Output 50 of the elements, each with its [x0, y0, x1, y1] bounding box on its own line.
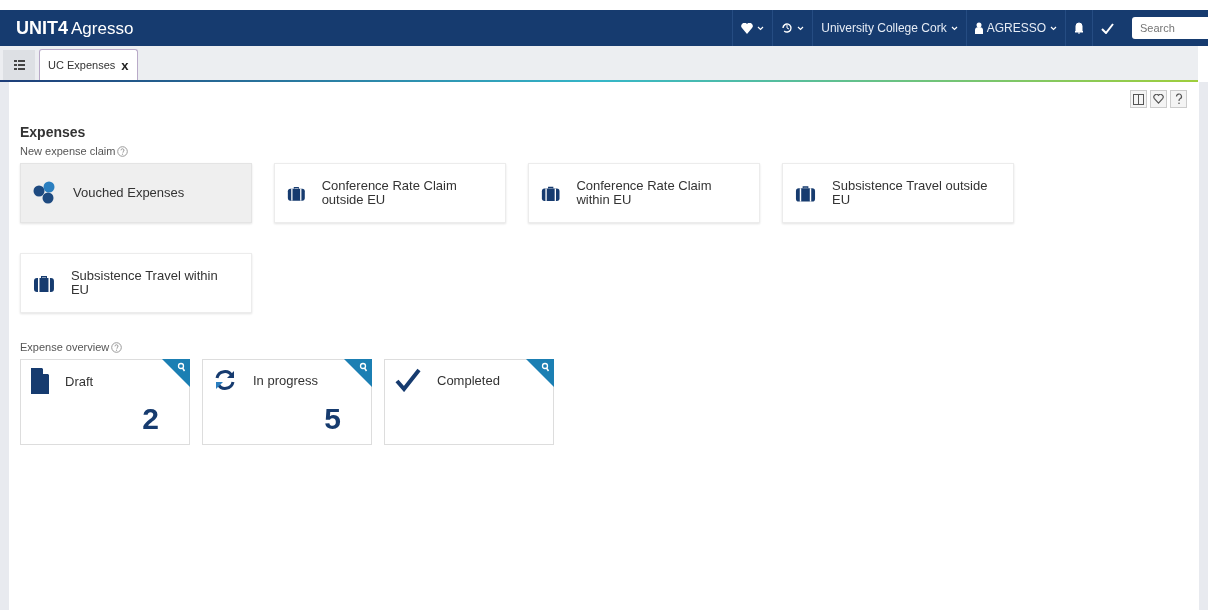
claim-tile[interactable]: Conference Rate Claim outside EU	[274, 163, 506, 223]
columns-icon	[1133, 93, 1144, 105]
search-corner-icon[interactable]	[162, 359, 190, 387]
close-button[interactable]: x	[121, 57, 129, 73]
tile-label: Draft	[65, 373, 94, 389]
check-icon	[1101, 22, 1114, 34]
menu-button[interactable]	[3, 50, 35, 80]
tab[interactable]: UC Expenses x	[39, 49, 138, 80]
check-icon	[395, 368, 421, 392]
status-tile[interactable]: Draft 2	[20, 359, 190, 445]
claim-tile[interactable]: Vouched Expenses	[20, 163, 252, 223]
tile-label: In progress	[253, 372, 319, 388]
heart-icon	[1153, 94, 1164, 104]
count: 2	[142, 402, 159, 436]
claim-tile[interactable]: Conference Rate Claim within EU	[528, 163, 760, 223]
section-label: Expense overview	[20, 341, 110, 353]
claim-tile[interactable]: Subsistence Travel within EU	[20, 253, 252, 313]
bell-icon	[1074, 22, 1084, 34]
status-tile[interactable]: In progress 5	[202, 359, 372, 445]
help-button[interactable]	[1170, 90, 1187, 108]
favourite-button[interactable]	[1150, 90, 1167, 108]
tab-label[interactable]: UC Expenses	[48, 59, 116, 71]
search-corner-icon[interactable]	[526, 359, 554, 387]
search-field[interactable]: Search	[1132, 17, 1208, 39]
search-corner-icon[interactable]	[344, 359, 372, 387]
question-mark-icon	[1174, 93, 1183, 105]
status-tile[interactable]: Completed	[384, 359, 554, 445]
tile-label: Conference Rate Claim within EU	[576, 178, 713, 208]
caret-icon	[1050, 25, 1057, 31]
document-icon	[31, 368, 49, 394]
caret-icon	[757, 25, 765, 31]
caret-icon	[797, 25, 805, 31]
caret-icon	[950, 25, 958, 31]
refresh-icon	[213, 368, 237, 392]
layout-button[interactable]	[1130, 90, 1147, 108]
count: 5	[324, 402, 341, 436]
tile-label: Subsistence Travel within EU	[70, 268, 219, 298]
tile-label: Conference Rate Claim outside EU	[321, 178, 458, 208]
tile-label: Subsistence Travel outside EU	[832, 178, 989, 208]
section-title: Expenses	[20, 124, 87, 140]
app-logo: UNIT4 Agresso	[16, 17, 135, 39]
claim-tile[interactable]: Subsistence Travel outside EU	[782, 163, 1014, 223]
tile-label: Vouched Expenses	[73, 185, 185, 201]
history-icon	[781, 22, 794, 34]
section-label: New expense claim	[20, 145, 116, 157]
user-icon	[974, 22, 983, 34]
heart-icon	[741, 22, 754, 34]
tile-label: Completed	[437, 372, 500, 388]
coins-icon	[33, 180, 57, 206]
list-icon	[13, 60, 25, 70]
